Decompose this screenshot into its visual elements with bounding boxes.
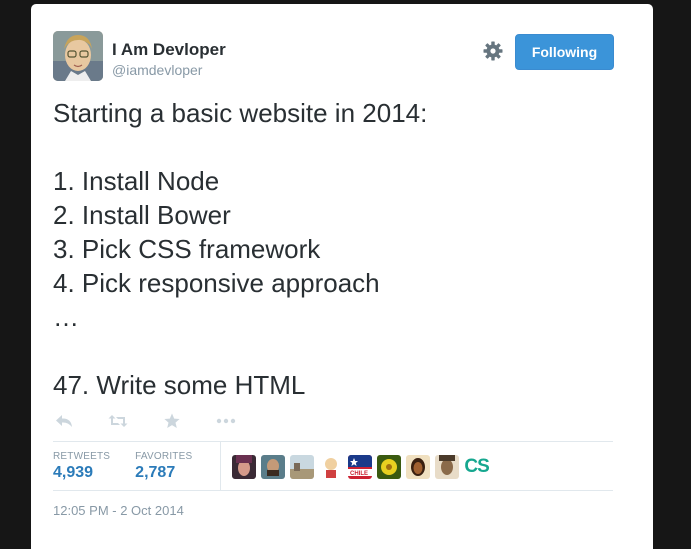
retweet-icon[interactable] [107, 411, 129, 431]
favoriter-avatar-text[interactable]: CS [464, 456, 489, 478]
reply-icon[interactable] [53, 411, 75, 431]
tweet-line: … [53, 302, 79, 332]
favoriter-avatar[interactable] [435, 454, 460, 479]
tweet-line: Starting a basic website in 2014: [53, 98, 428, 128]
retweets-label: RETWEETS [53, 451, 111, 462]
favorites-count: 2,787 [135, 464, 176, 481]
favoriters-list: CHILE CS [232, 442, 490, 490]
user-handle[interactable]: @iamdevloper [112, 62, 202, 78]
favorites-stat[interactable]: FAVORITES 2,787 [135, 442, 192, 490]
tweet-line [53, 334, 633, 368]
gear-icon[interactable] [482, 40, 504, 62]
more-icon[interactable] [215, 411, 237, 431]
tweet-actions [53, 410, 269, 432]
tweet-line: 2. Install Bower [53, 200, 231, 230]
favoriter-avatar[interactable] [261, 454, 286, 479]
tweet-line [53, 130, 633, 164]
favoriter-avatar[interactable] [377, 454, 402, 479]
avatar[interactable] [53, 31, 103, 81]
user-name[interactable]: I Am Devloper [112, 40, 226, 60]
tweet-text: Starting a basic website in 2014: 1. Ins… [53, 96, 633, 402]
favoriter-avatar[interactable]: CHILE [348, 454, 373, 479]
following-button[interactable]: Following [515, 34, 614, 70]
favoriter-avatar[interactable] [290, 454, 315, 479]
tweet-card: I Am Devloper @iamdevloper Following Sta… [31, 4, 653, 549]
tweet-line: 1. Install Node [53, 166, 220, 196]
favoriter-avatar[interactable] [319, 454, 344, 479]
favorites-label: FAVORITES [135, 451, 193, 462]
stats-divider [220, 442, 222, 490]
svg-text:CHILE: CHILE [350, 471, 368, 477]
star-icon[interactable] [161, 411, 183, 431]
favoriter-avatar[interactable] [232, 454, 257, 479]
tweet-line: 4. Pick responsive approach [53, 268, 380, 298]
tweet-line: 47. Write some HTML [53, 370, 306, 400]
tweet-stats: RETWEETS 4,939 FAVORITES 2,787 CHILE CS [53, 441, 613, 491]
retweets-stat[interactable]: RETWEETS 4,939 [53, 442, 110, 490]
tweet-line: 3. Pick CSS framework [53, 234, 321, 264]
retweets-count: 4,939 [53, 464, 94, 481]
favoriter-avatar[interactable] [406, 454, 431, 479]
tweet-timestamp[interactable]: 12:05 PM - 2 Oct 2014 [53, 503, 184, 518]
